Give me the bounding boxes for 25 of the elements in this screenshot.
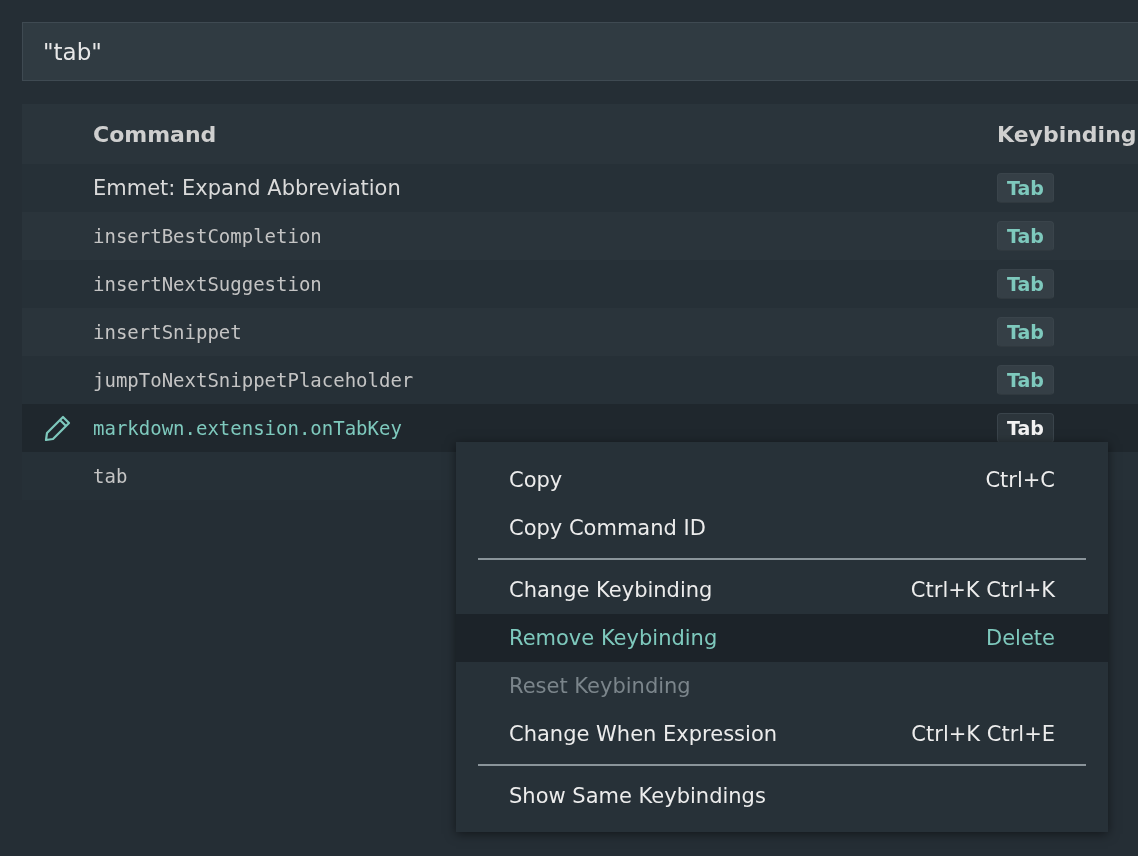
table-row[interactable]: insertBestCompletion Tab bbox=[22, 212, 1138, 260]
keycap: Tab bbox=[997, 173, 1054, 203]
command-cell: jumpToNextSnippetPlaceholder bbox=[93, 369, 414, 391]
keycap: Tab bbox=[997, 269, 1054, 299]
keycap: Tab bbox=[997, 317, 1054, 347]
command-cell: Emmet: Expand Abbreviation bbox=[93, 176, 401, 200]
menu-item[interactable]: Copy Command ID bbox=[456, 504, 1108, 552]
pencil-icon[interactable] bbox=[42, 413, 73, 443]
keycap: Tab bbox=[997, 365, 1054, 395]
command-cell: insertBestCompletion bbox=[93, 225, 322, 247]
command-cell: markdown.extension.onTabKey bbox=[93, 417, 402, 439]
menu-item[interactable]: Change Keybinding Ctrl+K Ctrl+K bbox=[456, 566, 1108, 614]
keycap: Tab bbox=[997, 221, 1054, 251]
command-cell: insertNextSuggestion bbox=[93, 273, 322, 295]
command-cell: tab bbox=[93, 465, 128, 487]
menu-item[interactable]: Remove Keybinding Delete bbox=[456, 614, 1108, 662]
menu-item[interactable]: Show Same Keybindings bbox=[456, 772, 1108, 820]
column-header: Command bbox=[93, 121, 218, 147]
table-row[interactable]: insertSnippet Tab bbox=[22, 308, 1138, 356]
menu-item[interactable]: Copy Ctrl+C bbox=[456, 456, 1108, 504]
column-header: Keybinding bbox=[997, 121, 1137, 147]
keycap: Tab bbox=[997, 413, 1054, 443]
command-cell: insertSnippet bbox=[93, 321, 242, 343]
search-field[interactable]: "tab" bbox=[22, 22, 1138, 81]
menu-item[interactable]: Change When Expression Ctrl+K Ctrl+E bbox=[456, 710, 1108, 758]
